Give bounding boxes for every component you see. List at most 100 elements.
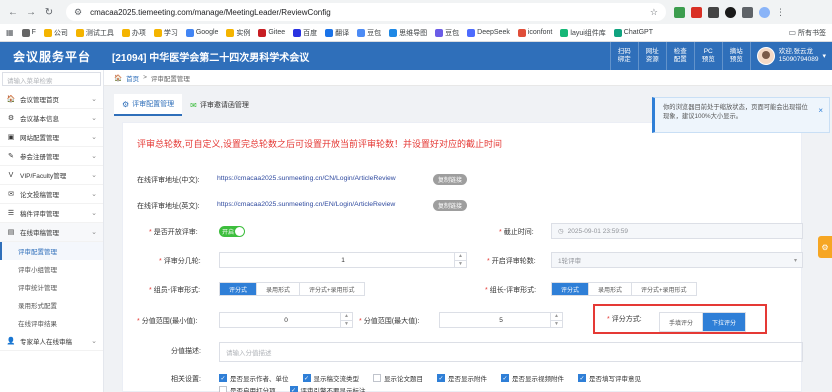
bookmark-item[interactable]: 办项 xyxy=(121,28,146,38)
setting-checkbox[interactable]: ✓ 是否显示附件 xyxy=(437,373,487,383)
user-menu[interactable]: 欢迎,张云龙 15090794089 ▾ xyxy=(749,42,832,70)
bookmark-item[interactable]: Gitee xyxy=(258,28,285,37)
extension-shield-icon[interactable] xyxy=(674,6,685,18)
close-icon[interactable]: × xyxy=(818,106,823,115)
extension-red-icon[interactable] xyxy=(691,6,702,18)
bookmark-item[interactable]: layui组件库 xyxy=(560,28,606,38)
back-icon[interactable]: ← xyxy=(6,5,20,19)
sidebar-item-label: 网站配置管理 xyxy=(20,135,59,142)
bookmark-item[interactable]: 豆包 xyxy=(435,28,459,38)
min-stepper-buttons[interactable]: ▲ ▼ xyxy=(340,313,352,327)
bookmark-item[interactable]: 百度 xyxy=(293,28,317,38)
header-button[interactable]: 检查 配置 xyxy=(665,42,694,70)
bookmark-favicon-icon xyxy=(258,28,267,37)
sidebar-item[interactable]: ⚙ 会议基本信息 ⌄ xyxy=(0,109,103,128)
setting-checkbox[interactable]: ✓ 是否显示视频附件 xyxy=(501,373,564,383)
platform-logo[interactable]: 会议服务平台 xyxy=(0,48,104,65)
copy-cn-url-button[interactable]: 复制链接 xyxy=(433,174,468,185)
sidebar-subitem[interactable]: 评审统计管理 xyxy=(0,278,103,296)
bookmark-all[interactable]: ▭ 所有书签 xyxy=(788,28,826,38)
bookmark-item[interactable]: 学习 xyxy=(153,28,178,38)
sidebar-item[interactable]: ▣ 网站配置管理 ⌄ xyxy=(0,128,103,147)
sidebar-item[interactable]: ▤ 在线审稿管理 ⌄ xyxy=(0,223,103,242)
reload-icon[interactable]: ↻ xyxy=(42,5,56,19)
sidebar-item[interactable]: ✎ 参会注册管理 ⌄ xyxy=(0,147,103,166)
side-settings-tab[interactable]: ⚙ xyxy=(818,236,832,258)
header-button-line1: 网址 xyxy=(645,48,659,55)
cn-url-label: 在线评审地址(中文): xyxy=(137,177,200,184)
bookmark-item[interactable]: ChatGPT xyxy=(613,28,653,37)
setting-checkbox[interactable]: 显示论文题目 xyxy=(373,373,423,383)
checkbox-checked-icon: ✓ xyxy=(501,374,509,382)
group-mode-option[interactable]: 评分式+录用形式 xyxy=(299,283,364,295)
rounds-stepper-buttons[interactable]: ▲ ▼ xyxy=(454,253,466,267)
apps-grid-icon[interactable]: ▦ xyxy=(6,28,14,37)
sidebar-item[interactable]: V VIP/Faculty管理 ⌄ xyxy=(0,166,103,185)
score-desc-textarea[interactable]: 请输入分值描述 xyxy=(219,342,803,362)
bookmark-item[interactable]: 公司 xyxy=(43,28,68,38)
bookmark-label: 公司 xyxy=(53,29,68,37)
bookmark-item[interactable]: 翻译 xyxy=(325,28,349,38)
setting-checkbox[interactable]: ✓ 是否填写评审意见 xyxy=(578,373,641,383)
setting-checkbox[interactable]: 是否启用打分项 xyxy=(219,385,276,392)
sidebar-subitem[interactable]: 评审小组管理 xyxy=(0,260,103,278)
extension-gear-icon[interactable] xyxy=(725,6,736,18)
max-value-stepper[interactable]: 5 ▲ ▼ xyxy=(439,312,563,328)
header-button[interactable]: PC 预览 xyxy=(693,42,722,70)
extensions-puzzle-icon[interactable] xyxy=(742,6,753,18)
header-button[interactable]: 扫码 绑定 xyxy=(609,42,638,70)
score-method-option[interactable]: 手填评分 xyxy=(660,313,703,331)
bookmark-favicon-icon xyxy=(226,28,235,37)
sidebar-subitem[interactable]: 在线评审结果 xyxy=(0,314,103,332)
score-method-option[interactable]: 下拉评分 xyxy=(702,313,746,331)
profile-icon[interactable] xyxy=(759,6,770,18)
sidebar-item[interactable]: 🏠 会议管理首页 ⌄ xyxy=(0,90,103,109)
sidebar-item[interactable]: ✉ 论文投稿管理 ⌄ xyxy=(0,185,103,204)
bookmark-item[interactable]: DeepSeek xyxy=(467,28,510,37)
extension-dark-icon[interactable] xyxy=(708,6,719,18)
cn-url-link[interactable]: https://cmacaa2025.sunmeeting.cn/CN/Logi… xyxy=(217,175,396,182)
header-button[interactable]: 摘站 预览 xyxy=(721,42,750,70)
sidebar-subitem[interactable]: 评审配置管理 xyxy=(0,242,103,260)
group-mode-option[interactable]: 评分式 xyxy=(220,283,257,295)
rounds-stepper[interactable]: 1 ▲ ▼ xyxy=(219,252,467,268)
group-mode-option[interactable]: 录用形式 xyxy=(256,283,300,295)
leader-mode-option[interactable]: 录用形式 xyxy=(588,283,632,295)
min-value-stepper[interactable]: 0 ▲ ▼ xyxy=(219,312,353,328)
bookmark-item[interactable]: iconfont xyxy=(517,28,552,37)
open-round-select[interactable]: 1轮评审 ▾ xyxy=(551,252,803,268)
url-input[interactable]: ⚙ cmacaa2025.tiemeeting.com/manage/Meeti… xyxy=(66,3,666,21)
sidebar-item[interactable]: 👤 专家单人在线审稿 ⌄ xyxy=(0,332,103,351)
menu-kebab-icon[interactable]: ⋮ xyxy=(776,7,785,18)
tab-review-config[interactable]: ⚙ 评审配置管理 xyxy=(114,94,183,116)
max-stepper-buttons[interactable]: ▲ ▼ xyxy=(550,313,562,327)
sidebar-item-label: 会议基本信息 xyxy=(20,116,59,123)
bookmark-item[interactable]: Google xyxy=(185,28,218,37)
header-button[interactable]: 网址 资源 xyxy=(637,42,666,70)
checkbox-checked-icon: ✓ xyxy=(302,374,311,382)
leader-mode-option[interactable]: 评分式 xyxy=(552,283,589,295)
copy-en-url-button[interactable]: 复制链接 xyxy=(433,200,468,211)
star-icon[interactable]: ☆ xyxy=(650,7,658,18)
setting-checkbox-label: 显示论文题目 xyxy=(384,376,423,383)
forward-icon[interactable]: → xyxy=(24,5,38,19)
open-review-switch[interactable]: 开启 xyxy=(219,226,245,237)
en-url-link[interactable]: https://cmacaa2025.sunmeeting.cn/EN/Logi… xyxy=(217,201,395,208)
bookmark-item[interactable]: 豆包 xyxy=(357,28,381,38)
bookmark-item[interactable]: 测试工具 xyxy=(75,28,114,38)
setting-checkbox[interactable]: ✓ 显示稿交流类型 xyxy=(302,373,359,383)
bookmark-item[interactable]: F xyxy=(21,28,36,37)
site-info-icon[interactable]: ⚙ xyxy=(74,7,82,18)
bookmark-item[interactable]: 实例 xyxy=(226,28,250,38)
breadcrumb-home[interactable]: 首页 xyxy=(126,73,139,83)
sidebar-subitem[interactable]: 录用形式配置 xyxy=(0,296,103,314)
deadline-input[interactable]: ◷ 2025-09-01 23:59:59 xyxy=(551,223,803,239)
bookmark-item[interactable]: 思维导图 xyxy=(389,28,427,38)
sidebar-item[interactable]: ☰ 稿件评审管理 ⌄ xyxy=(0,204,103,223)
menu-search-input[interactable]: 请输入菜单检索 xyxy=(2,72,101,86)
tab-review-invitation[interactable]: ✉ 评审邀请函管理 xyxy=(182,94,257,116)
score-method-label: * 评分方式: xyxy=(607,316,642,323)
leader-mode-option[interactable]: 评分式+录用形式 xyxy=(631,283,696,295)
setting-checkbox[interactable]: ✓ 是否显示作者、单位 xyxy=(219,373,289,383)
setting-checkbox[interactable]: ✓ 评审引擎不要显示标注 xyxy=(289,385,366,392)
